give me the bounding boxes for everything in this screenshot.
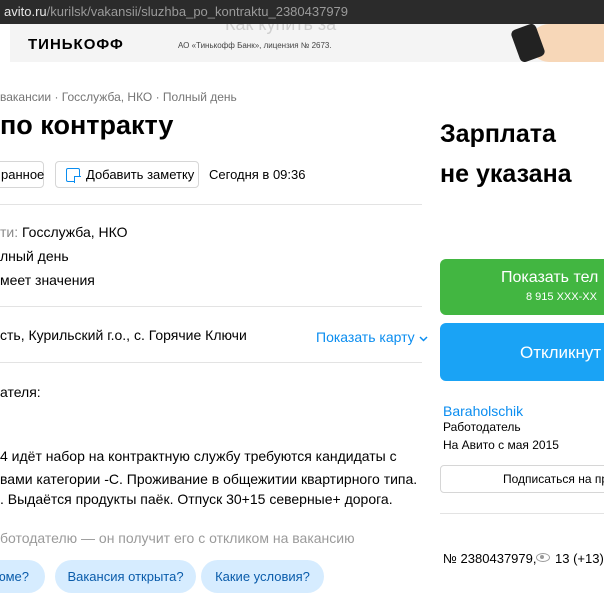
publish-date: Сегодня в 09:36 (209, 167, 306, 182)
show-map-link[interactable]: Показать карту (316, 329, 428, 345)
show-phone-button[interactable]: Показать тел 8 915 XXX-XX (440, 259, 604, 315)
param-experience: меет значения (0, 272, 95, 288)
divider (0, 306, 422, 307)
subscribe-button[interactable]: Подписаться на пр (440, 465, 604, 493)
favorite-label: ранное (1, 167, 45, 182)
chevron-down-icon (419, 336, 428, 342)
description-line: . Выдаётся продукты паёк. Отпуск 30+15 с… (0, 491, 393, 507)
url-text[interactable]: avito.ru/kurilsk/vakansii/sluzhba_po_kon… (4, 4, 348, 19)
seller-role: Работодатель (443, 420, 521, 434)
banner-legal-text: АО «Тинькофф Банк», лицензия № 2673. (178, 41, 332, 50)
view-count: 13 (+13) (555, 551, 604, 566)
show-phone-label: Показать тел (501, 269, 599, 286)
eye-icon (536, 553, 550, 562)
add-to-favorites-button[interactable]: ранное (0, 161, 44, 188)
page-title: по контракту (0, 110, 174, 140)
param-schedule: лный день (0, 248, 69, 264)
respond-label: Откликнут (520, 343, 602, 362)
breadcrumb[interactable]: вакансии · Госслужба, НКО · Полный день (0, 90, 237, 104)
masked-phone: 8 915 XXX-XX (526, 291, 597, 303)
ad-number: № 2380437979, (443, 551, 537, 566)
salary: Зарплата не указана (440, 120, 572, 188)
note-icon (66, 167, 81, 183)
description-line: вами категории -С. Проживание в общежити… (0, 471, 418, 487)
question-chip-vacancy-open[interactable]: Вакансия открыта? (55, 560, 196, 593)
seller-since: На Авито с мая 2015 (443, 438, 559, 452)
question-chip-conditions[interactable]: Какие условия? (201, 560, 324, 593)
param-sphere: ти: Госслужба, НКО (0, 224, 128, 240)
respond-button[interactable]: Откликнут (440, 323, 604, 381)
description-line: 4 идёт набор на контрактную службу требу… (0, 448, 397, 464)
description-heading: ателя: (0, 384, 41, 400)
ad-banner[interactable]: Как купить за ТИНЬКОФФ АО «Тинькофф Банк… (10, 24, 604, 62)
divider (440, 513, 604, 514)
add-note-button[interactable]: Добавить заметку (55, 161, 199, 188)
browser-url-bar[interactable]: avito.ru/kurilsk/vakansii/sluzhba_po_kon… (0, 0, 604, 24)
banner-logo: ТИНЬКОФФ (28, 36, 124, 53)
add-note-label: Добавить заметку (86, 167, 195, 182)
seller-name-link[interactable]: Baraholschik (443, 403, 523, 419)
divider (0, 362, 422, 363)
banner-headline: Как купить за (225, 24, 337, 34)
address-text: сть, Курильский г.о., с. Горячие Ключи (0, 327, 247, 343)
question-chip-resume[interactable]: юме? (0, 560, 45, 593)
divider (0, 204, 422, 205)
question-hint: ботодателю — он получит его с откликом н… (0, 530, 355, 546)
